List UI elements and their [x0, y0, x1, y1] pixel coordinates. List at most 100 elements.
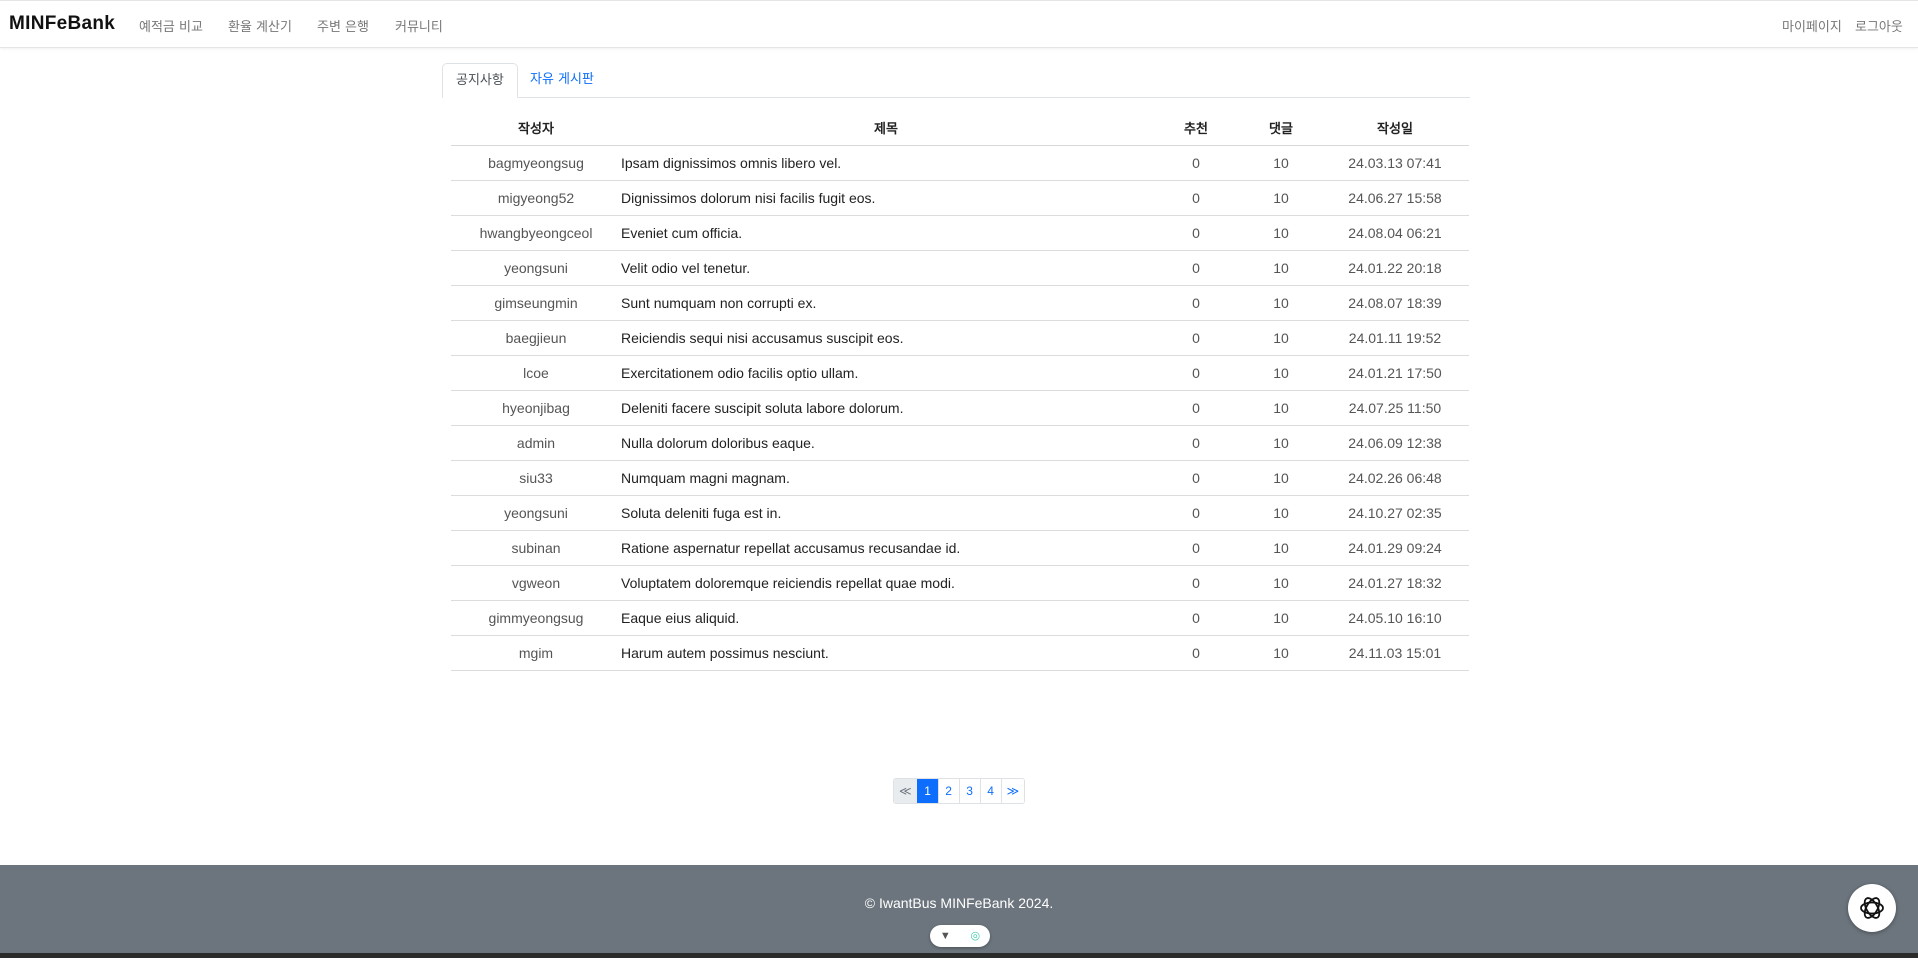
cell-title[interactable]: Ratione aspernatur repellat accusamus re… [621, 530, 1151, 566]
cell-likes: 0 [1151, 145, 1241, 181]
table-row[interactable]: yeongsuni Soluta deleniti fuga est in. 0 10… [451, 495, 1469, 531]
cell-author: migyeong52 [451, 180, 621, 216]
header-date: 작성일 [1321, 110, 1469, 146]
footer-copyright: © IwantBus MINFeBank 2024. [864, 895, 1054, 911]
tab-free-board[interactable]: 자유 게시판 [517, 63, 607, 97]
nav-link-community[interactable]: 커뮤니티 [395, 16, 443, 35]
tab-notice[interactable]: 공지사항 [442, 63, 518, 98]
cell-comments: 10 [1241, 320, 1321, 356]
cell-author: baegjieun [451, 320, 621, 356]
table-row[interactable]: baegjieun Reiciendis sequi nisi accusamus… [451, 320, 1469, 356]
cell-likes: 0 [1151, 425, 1241, 461]
table-row[interactable]: hyeonjibag Deleniti facere suscipit solut… [451, 390, 1469, 426]
cell-likes: 0 [1151, 390, 1241, 426]
cell-author: yeongsuni [451, 250, 621, 286]
cell-likes: 0 [1151, 565, 1241, 601]
table-row[interactable]: mgim Harum autem possimus nesciunt. 0 10 24.… [451, 635, 1469, 671]
table-row[interactable]: yeongsuni Velit odio vel tenetur. 0 10 24.01… [451, 250, 1469, 286]
cell-title[interactable]: Deleniti facere suscipit soluta labore d… [621, 390, 1151, 426]
cell-date: 24.01.21 17:50 [1321, 355, 1469, 391]
cell-title[interactable]: Velit odio vel tenetur. [621, 250, 1151, 286]
cell-comments: 10 [1241, 530, 1321, 566]
cell-author: gimseungmin [451, 285, 621, 321]
cell-comments: 10 [1241, 495, 1321, 531]
cell-date: 24.03.13 07:41 [1321, 145, 1469, 181]
cell-author: gimmyeongsug [451, 600, 621, 636]
cell-likes: 0 [1151, 320, 1241, 356]
table-row[interactable]: bagmyeongsug Ipsam dignissimos omnis libe… [451, 145, 1469, 181]
cell-likes: 0 [1151, 250, 1241, 286]
cell-likes: 0 [1151, 355, 1241, 391]
cell-likes: 0 [1151, 530, 1241, 566]
cell-date: 24.01.29 09:24 [1321, 530, 1469, 566]
cell-likes: 0 [1151, 460, 1241, 496]
nav-link-nearby-banks[interactable]: 주변 은행 [317, 16, 369, 35]
table-row[interactable]: hwangbyeongceol Eveniet cum officia. 0 10 24… [451, 215, 1469, 251]
table-row[interactable]: gimseungmin Sunt numquam non corrupti ex.… [451, 285, 1469, 321]
cell-title[interactable]: Exercitationem odio facilis optio ullam. [621, 355, 1151, 391]
cell-date: 24.10.27 02:35 [1321, 495, 1469, 531]
table-row[interactable]: admin Nulla dolorum doloribus eaque. 0 10 24… [451, 425, 1469, 461]
table-row[interactable]: siu33 Numquam magni magnam. 0 10 24.02.26 06… [451, 460, 1469, 496]
nav-link-exchange-calculator[interactable]: 환율 계산기 [228, 16, 292, 35]
header-comments: 댓글 [1241, 110, 1321, 146]
cell-date: 24.01.22 20:18 [1321, 250, 1469, 286]
cell-comments: 10 [1241, 460, 1321, 496]
target-icon[interactable]: ◎ [971, 925, 981, 947]
pagination-page-2[interactable]: 2 [937, 779, 959, 803]
nav-link-mypage[interactable]: 마이페이지 [1782, 16, 1842, 35]
cell-title[interactable]: Numquam magni magnam. [621, 460, 1151, 496]
cell-comments: 10 [1241, 635, 1321, 671]
cell-likes: 0 [1151, 180, 1241, 216]
cell-likes: 0 [1151, 600, 1241, 636]
cell-comments: 10 [1241, 285, 1321, 321]
cell-author: mgim [451, 635, 621, 671]
pagination-page-1[interactable]: 1 [916, 779, 938, 803]
cell-author: hyeonjibag [451, 390, 621, 426]
extension-toolbar: ▼ ◎ [930, 925, 990, 947]
cell-title[interactable]: Eveniet cum officia. [621, 215, 1151, 251]
cell-date: 24.08.07 18:39 [1321, 285, 1469, 321]
cell-title[interactable]: Nulla dolorum doloribus eaque. [621, 425, 1151, 461]
cell-title[interactable]: Reiciendis sequi nisi accusamus suscipit… [621, 320, 1151, 356]
cell-date: 24.05.10 16:10 [1321, 600, 1469, 636]
cell-author: yeongsuni [451, 495, 621, 531]
header-author: 작성자 [451, 110, 621, 146]
cell-comments: 10 [1241, 355, 1321, 391]
table-row[interactable]: gimmyeongsug Eaque eius aliquid. 0 10 24.05.… [451, 600, 1469, 636]
pagination-next-button[interactable]: ≫ [1000, 779, 1025, 803]
cell-date: 24.07.25 11:50 [1321, 390, 1469, 426]
cell-comments: 10 [1241, 425, 1321, 461]
filter-icon[interactable]: ▼ [940, 925, 951, 947]
cell-title[interactable]: Ipsam dignissimos omnis libero vel. [621, 145, 1151, 181]
nav-link-logout[interactable]: 로그아웃 [1855, 16, 1903, 35]
table-row[interactable]: vgweon Voluptatem doloremque reiciendis r… [451, 565, 1469, 601]
cell-date: 24.01.11 19:52 [1321, 320, 1469, 356]
cell-title[interactable]: Soluta deleniti fuga est in. [621, 495, 1151, 531]
cell-title[interactable]: Sunt numquam non corrupti ex. [621, 285, 1151, 321]
table-row[interactable]: subinan Ratione aspernatur repellat accus… [451, 530, 1469, 566]
brand-logo[interactable]: MINFeBank [9, 13, 115, 35]
table-row[interactable]: lcoe Exercitationem odio facilis optio ul… [451, 355, 1469, 391]
table-row[interactable]: migyeong52 Dignissimos dolorum nisi facil… [451, 180, 1469, 216]
nav-link-deposit-compare[interactable]: 예적금 비교 [139, 16, 203, 35]
assistant-button[interactable] [1848, 884, 1896, 932]
cell-likes: 0 [1151, 215, 1241, 251]
cell-comments: 10 [1241, 145, 1321, 181]
cell-date: 24.01.27 18:32 [1321, 565, 1469, 601]
cell-title[interactable]: Eaque eius aliquid. [621, 600, 1151, 636]
table-header-row: 작성자 제목 추천 댓글 작성일 [451, 110, 1469, 146]
cell-comments: 10 [1241, 565, 1321, 601]
cell-title[interactable]: Harum autem possimus nesciunt. [621, 635, 1151, 671]
pagination-page-4[interactable]: 4 [979, 779, 1001, 803]
cell-date: 24.06.09 12:38 [1321, 425, 1469, 461]
cell-title[interactable]: Dignissimos dolorum nisi facilis fugit e… [621, 180, 1151, 216]
header-likes: 추천 [1151, 110, 1241, 146]
cell-author: bagmyeongsug [451, 145, 621, 181]
pagination-page-3[interactable]: 3 [958, 779, 980, 803]
cell-author: lcoe [451, 355, 621, 391]
cell-title[interactable]: Voluptatem doloremque reiciendis repella… [621, 565, 1151, 601]
cell-comments: 10 [1241, 390, 1321, 426]
pagination-prev-button[interactable]: ≪ [894, 779, 917, 803]
cell-author: hwangbyeongceol [451, 215, 621, 251]
